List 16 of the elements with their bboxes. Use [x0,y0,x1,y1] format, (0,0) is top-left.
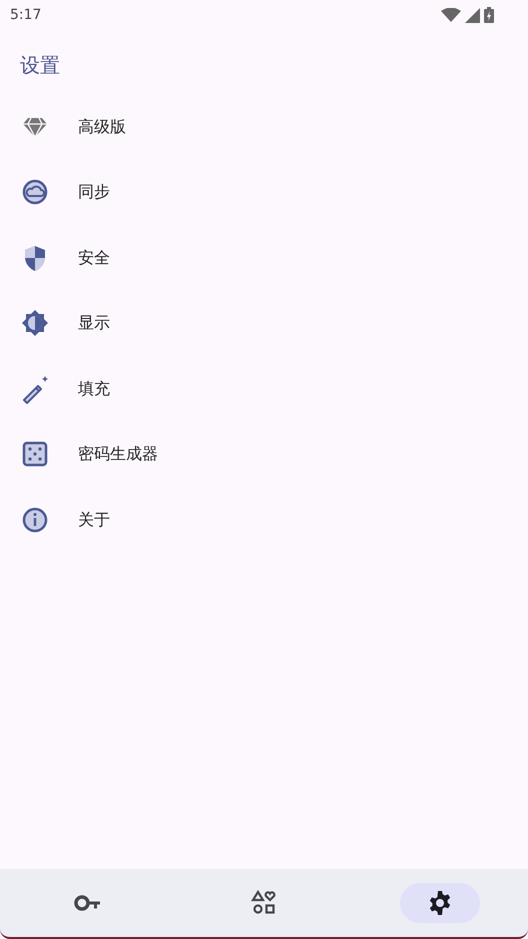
status-time: 5:17 [10,6,42,24]
page-title: 设置 [20,53,60,77]
signal-icon [465,8,480,22]
dice-icon [20,439,50,470]
settings-item[interactable]: 关于 [0,487,528,552]
nav-tab[interactable] [400,883,480,923]
settings-item[interactable]: 密码生成器 [0,422,528,487]
wifi-icon [441,8,461,22]
settings-item[interactable]: 高级版 [0,94,528,160]
settings-item[interactable]: 同步 [0,160,528,225]
magic-wand-icon [20,374,50,404]
brightness-icon [20,308,50,338]
settings-item[interactable]: 显示 [0,290,528,356]
battery-icon [484,7,494,23]
settings-item[interactable]: 安全 [0,225,528,290]
settings-item[interactable]: 填充 [0,356,528,422]
